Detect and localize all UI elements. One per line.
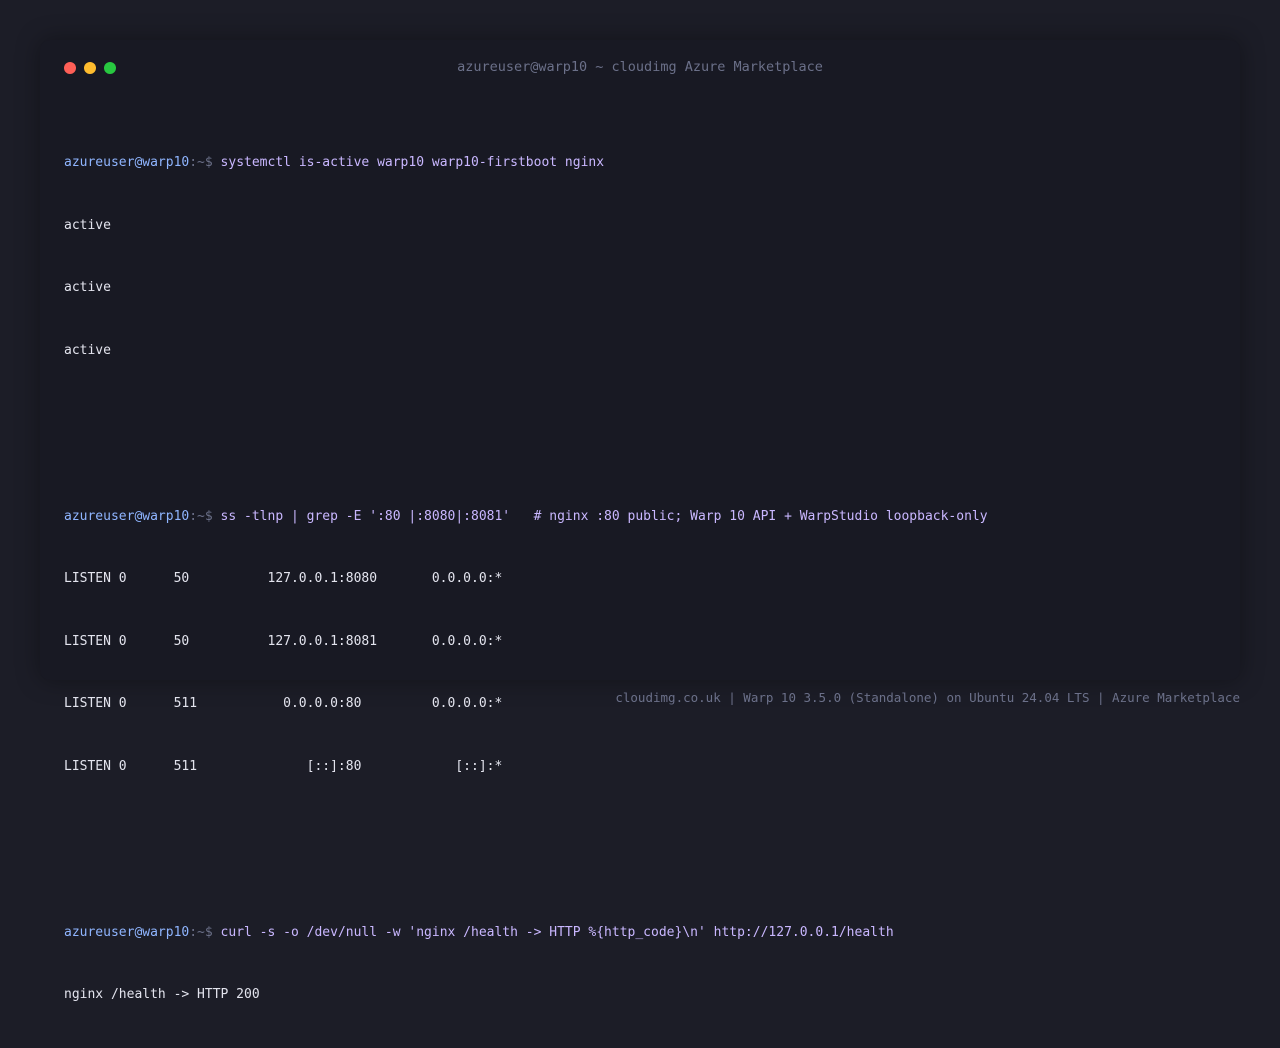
footer-caption: cloudimg.co.uk | Warp 10 3.5.0 (Standalo… <box>615 690 1240 705</box>
command-line: azureuser@warp10:~$ ss -tlnp | grep -E '… <box>64 507 1216 528</box>
output-line: active <box>64 280 111 296</box>
output-line: LISTEN 0 50 127.0.0.1:8081 0.0.0.0:* <box>64 633 503 649</box>
command-text: ss -tlnp | grep -E ':80 |:8080|:8081' # … <box>220 508 988 524</box>
prompt-user-host: azureuser@warp10 <box>64 924 190 940</box>
command-line: azureuser@warp10:~$ curl -s -o /dev/null… <box>64 923 1216 944</box>
command-text: systemctl is-active warp10 warp10-firstb… <box>220 155 605 171</box>
terminal-window: azureuser@warp10 ~ cloudimg Azure Market… <box>40 40 1240 1002</box>
prompt-user-host: azureuser@warp10 <box>64 508 190 524</box>
output-line: LISTEN 0 50 127.0.0.1:8080 0.0.0.0:* <box>64 571 503 587</box>
command-line: azureuser@warp10:~$ systemctl is-active … <box>64 153 1216 174</box>
prompt-path: :~$ <box>189 924 221 940</box>
output-line: active <box>64 342 111 358</box>
output-line: nginx /health -> HTTP 200 <box>64 987 260 1003</box>
command-text: curl -s -o /dev/null -w 'nginx /health -… <box>220 924 894 940</box>
window-title: azureuser@warp10 ~ cloudimg Azure Market… <box>457 59 823 75</box>
output-line: LISTEN 0 511 [::]:80 [::]:* <box>64 758 503 774</box>
output-line: active <box>64 217 111 233</box>
prompt-user-host: azureuser@warp10 <box>64 155 190 171</box>
terminal-output[interactable]: azureuser@warp10:~$ systemctl is-active … <box>64 91 1216 1048</box>
title-bar: azureuser@warp10 ~ cloudimg Azure Market… <box>40 40 1240 96</box>
prompt-path: :~$ <box>189 155 221 171</box>
prompt-path: :~$ <box>189 508 221 524</box>
